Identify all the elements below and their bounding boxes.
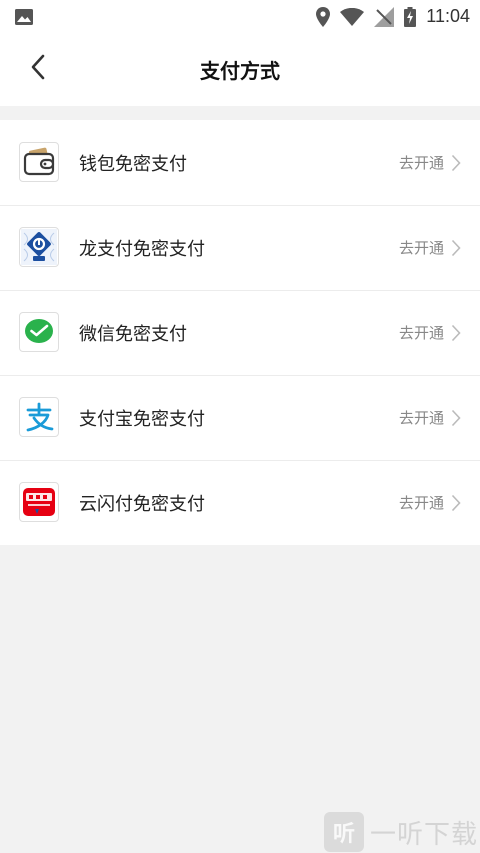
watermark: 听 一听下载: [323, 811, 480, 853]
activate-link[interactable]: 去开通: [399, 205, 444, 290]
payment-row-label: 龙支付免密支付: [79, 238, 205, 260]
unionpay-quickpass-icon: [19, 482, 59, 522]
payment-row-wechat[interactable]: 微信免密支付 去开通: [0, 290, 480, 375]
payment-row-alipay[interactable]: 支付宝免密支付 去开通: [0, 375, 480, 460]
activate-link[interactable]: 去开通: [399, 120, 444, 205]
wechat-pay-icon: [19, 312, 59, 352]
signal-off-icon: [374, 6, 395, 27]
wallet-icon: [19, 142, 59, 182]
chevron-right-icon: [450, 494, 462, 512]
image-icon: [14, 8, 34, 26]
payment-row-wallet[interactable]: 钱包免密支付 去开通: [0, 120, 480, 205]
status-time: 11:04: [426, 6, 470, 26]
chevron-left-icon: [30, 54, 46, 84]
payment-row-label: 微信免密支付: [79, 323, 187, 345]
watermark-text: 一听下载: [369, 819, 478, 850]
chevron-right-icon: [450, 154, 462, 172]
battery-charging-icon: [404, 6, 417, 27]
page-title: 支付方式: [200, 59, 280, 83]
activate-link[interactable]: 去开通: [399, 375, 444, 460]
activate-link[interactable]: 去开通: [399, 290, 444, 375]
chevron-right-icon: [450, 409, 462, 427]
watermark-logo: 听: [323, 812, 364, 852]
ccb-longpay-icon: [19, 227, 59, 267]
payment-row-unionpay[interactable]: 云闪付免密支付 去开通: [0, 460, 480, 545]
payment-row-label: 支付宝免密支付: [79, 408, 205, 430]
chevron-right-icon: [450, 239, 462, 257]
payment-row-longpay[interactable]: 龙支付免密支付 去开通: [0, 205, 480, 290]
nav-bar: 支付方式: [0, 33, 480, 106]
chevron-right-icon: [450, 324, 462, 342]
status-bar: 11:04: [0, 0, 480, 33]
wifi-icon: [340, 7, 365, 26]
payment-row-label: 云闪付免密支付: [79, 493, 205, 515]
payment-method-list: 钱包免密支付 去开通 龙支付免密支付 去开通 微信免密支付 去开通 支付宝免密支…: [0, 120, 480, 545]
location-icon: [316, 6, 331, 27]
alipay-icon: [19, 397, 59, 437]
activate-link[interactable]: 去开通: [399, 460, 444, 545]
back-button[interactable]: [20, 51, 56, 87]
payment-row-label: 钱包免密支付: [79, 153, 187, 175]
